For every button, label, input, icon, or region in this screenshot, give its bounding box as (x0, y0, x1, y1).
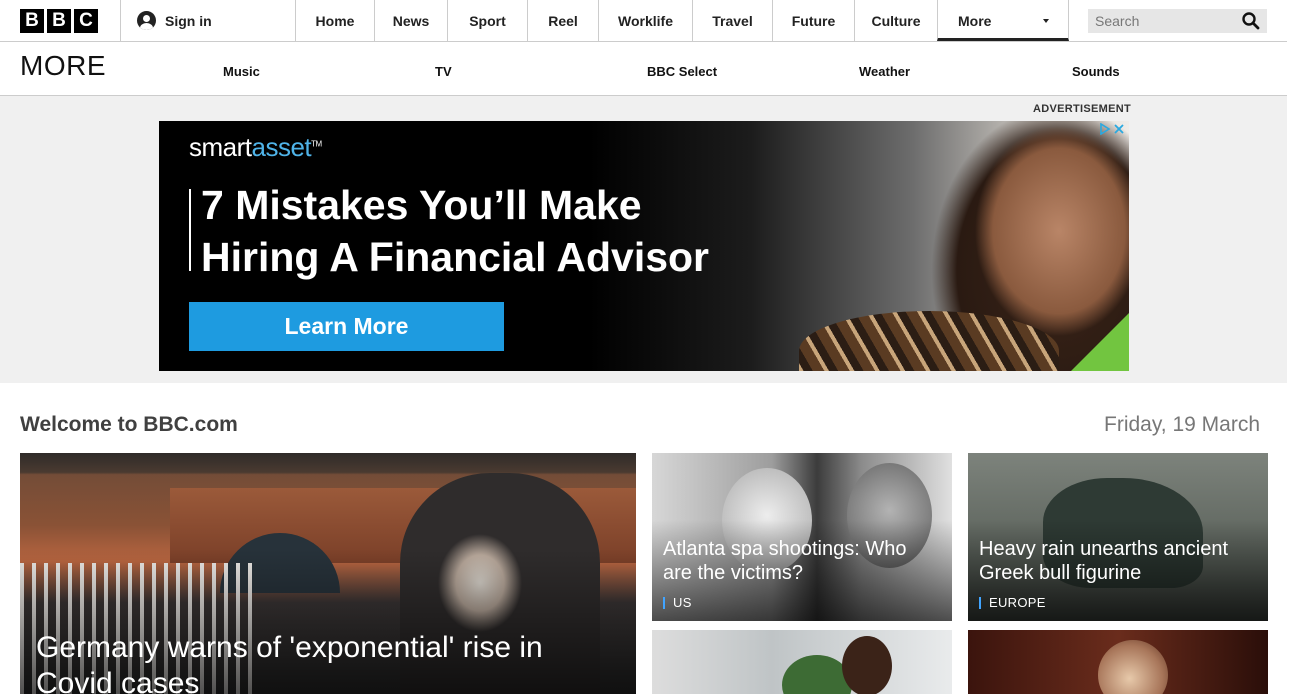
nav-worklife[interactable]: Worklife (598, 0, 692, 41)
signin-label: Sign in (165, 12, 212, 29)
nav-more-label: More (958, 13, 992, 29)
nav-home[interactable]: Home (295, 0, 374, 41)
story-card-bull[interactable]: Heavy rain unearths ancient Greek bull f… (968, 453, 1268, 621)
nav-news[interactable]: News (374, 0, 447, 41)
story-tag[interactable]: EUROPE (979, 596, 1046, 609)
logo-letter-c: C (74, 9, 98, 33)
advertisement-label: ADVERTISEMENT (1033, 103, 1132, 115)
ad-learn-more-button[interactable]: Learn More (189, 302, 504, 351)
ad-brand-tm: TM (311, 139, 322, 149)
ad-brand-suffix: asset (251, 132, 312, 162)
ad-brand-prefix: smart (189, 132, 252, 162)
story-headline[interactable]: Atlanta spa shootings: Who are the victi… (663, 537, 933, 585)
more-title: MORE (20, 50, 106, 81)
story-image-person (842, 636, 892, 694)
search-box (1088, 9, 1267, 33)
nav-future[interactable]: Future (772, 0, 854, 41)
more-link-tv[interactable]: TV (435, 64, 452, 79)
story-headline[interactable]: Heavy rain unearths ancient Greek bull f… (979, 537, 1259, 585)
ad-choices[interactable] (1099, 122, 1125, 138)
search-input[interactable] (1088, 9, 1235, 33)
more-link-sounds[interactable]: Sounds (1072, 64, 1120, 79)
ad-headline-rule (189, 189, 191, 271)
hero-headline[interactable]: Germany warns of 'exponential' rise in C… (36, 630, 616, 694)
user-icon (137, 11, 156, 30)
story-image-portrait (1098, 640, 1168, 694)
logo-letter-b1: B (20, 9, 44, 33)
date-label: Friday, 19 March (1104, 413, 1260, 436)
caret-down-icon (1043, 19, 1049, 23)
advertisement-zone: ADVERTISEMENT smartassetTM 7 Mistakes Yo… (0, 96, 1287, 383)
ad-headline: 7 Mistakes You’ll Make Hiring A Financia… (201, 182, 710, 280)
global-navigation: B B C Sign in Home News Sport Reel Workl… (0, 0, 1287, 42)
more-panel: MORE Music TV BBC Select Weather Sounds (0, 42, 1287, 96)
hero-story[interactable]: Germany warns of 'exponential' rise in C… (20, 453, 636, 694)
nav-more-button[interactable]: More (937, 0, 1069, 41)
nav-sport[interactable]: Sport (447, 0, 527, 41)
bbc-logo[interactable]: B B C (20, 9, 98, 33)
ad-brand-logo: smartassetTM (189, 132, 322, 163)
ad-green-corner (1071, 313, 1129, 371)
signin-link[interactable]: Sign in (120, 0, 296, 41)
more-link-music[interactable]: Music (223, 64, 260, 79)
adchoices-icon[interactable] (1099, 122, 1125, 136)
logo-letter-b2: B (47, 9, 71, 33)
story-card-atlanta[interactable]: Atlanta spa shootings: Who are the victi… (652, 453, 952, 621)
ad-banner[interactable]: smartassetTM 7 Mistakes You’ll Make Hiri… (159, 121, 1129, 371)
more-link-bbc-select[interactable]: BBC Select (647, 64, 717, 79)
story-card-painting[interactable] (968, 630, 1268, 694)
page-title: Welcome to BBC.com (20, 413, 238, 436)
nav-links: Home News Sport Reel Worklife Travel Fut… (295, 0, 937, 41)
search-icon[interactable] (1240, 11, 1262, 31)
nav-reel[interactable]: Reel (527, 0, 598, 41)
story-card-office[interactable] (652, 630, 952, 694)
more-link-weather[interactable]: Weather (859, 64, 910, 79)
story-tag[interactable]: US (663, 596, 692, 609)
nav-travel[interactable]: Travel (692, 0, 772, 41)
nav-culture[interactable]: Culture (854, 0, 937, 41)
